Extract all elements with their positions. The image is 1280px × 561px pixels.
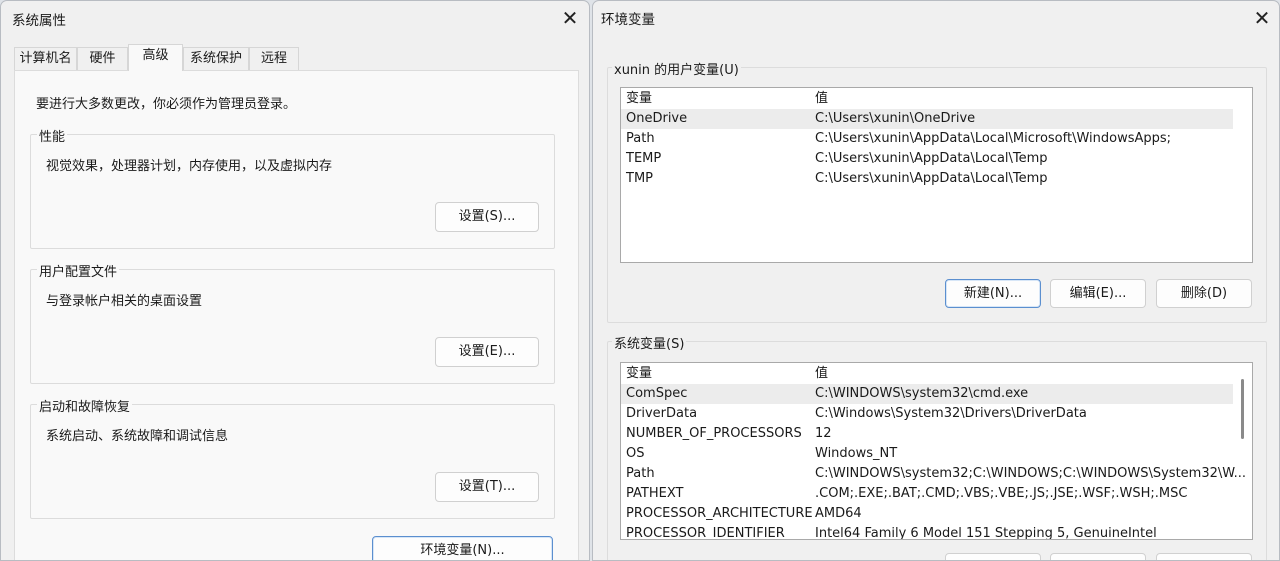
close-icon[interactable]: ✕ xyxy=(556,5,584,31)
variable-name: Path xyxy=(626,466,655,481)
list-item[interactable]: NUMBER_OF_PROCESSORS 12 xyxy=(621,424,1233,444)
admin-note: 要进行大多数更改，你必须作为管理员登录。 xyxy=(36,97,297,112)
advanced-panel: 要进行大多数更改，你必须作为管理员登录。 性能 视觉效果，处理器计划，内存使用，… xyxy=(14,70,579,560)
list-item[interactable]: Path C:\WINDOWS\system32;C:\WINDOWS;C:\WI… xyxy=(621,464,1246,484)
group-label: 用户配置文件 xyxy=(37,261,120,280)
variable-name: NUMBER_OF_PROCESSORS xyxy=(626,426,802,441)
variable-value: Intel64 Family 6 Model 151 Stepping 5, G… xyxy=(815,526,1157,540)
variable-value: C:\Users\xunin\AppData\Local\Temp xyxy=(815,171,1048,186)
user-variables-group: xunin 的用户变量(U) 变量 值 OneDrive C:\Users\xuni… xyxy=(607,59,1267,323)
startup-recovery-group: 启动和故障恢复 系统启动、系统故障和调试信息 设置(T)... xyxy=(30,396,555,519)
tab-system-protection[interactable]: 系统保护 xyxy=(183,47,249,70)
tab-hardware[interactable]: 硬件 xyxy=(77,47,128,70)
variable-value: Windows_NT xyxy=(815,446,898,461)
group-label: xunin 的用户变量(U) xyxy=(612,59,741,78)
variable-value: 12 xyxy=(815,426,832,441)
group-description: 系统启动、系统故障和调试信息 xyxy=(46,429,229,444)
variable-value: C:\Windows\System32\Drivers\DriverData xyxy=(815,406,1087,421)
group-label: 性能 xyxy=(37,126,68,145)
variable-name: TMP xyxy=(626,171,653,186)
column-header-value[interactable]: 值 xyxy=(815,364,828,384)
variable-value: C:\Users\xunin\AppData\Local\Microsoft\W… xyxy=(815,131,1172,146)
column-header-variable[interactable]: 变量 xyxy=(626,89,652,109)
variable-value: .COM;.EXE;.BAT;.CMD;.VBS;.VBE;.JS;.JSE;.… xyxy=(815,486,1188,501)
column-header-value[interactable]: 值 xyxy=(815,89,828,109)
variable-value: C:\Users\xunin\AppData\Local\Temp xyxy=(815,151,1048,166)
variable-name: ComSpec xyxy=(626,386,688,401)
list-item[interactable]: ComSpec C:\WINDOWS\system32\cmd.exe xyxy=(621,384,1233,404)
environment-variables-button[interactable]: 环境变量(N)... xyxy=(372,536,553,560)
window-title: 环境变量 xyxy=(601,12,655,28)
user-edit-button[interactable]: 编辑(E)... xyxy=(1050,279,1146,308)
tab-advanced[interactable]: 高级 xyxy=(128,44,183,71)
group-label: 系统变量(S) xyxy=(612,333,687,352)
environment-variables-window: 环境变量 ✕ xunin 的用户变量(U) 变量值 OneDrive C:\Use… xyxy=(592,0,1280,561)
list-header: 变量 值 xyxy=(621,364,1233,384)
user-profiles-settings-button[interactable]: 设置(E)... xyxy=(435,337,539,367)
tab-remote[interactable]: 远程 xyxy=(249,47,299,70)
list-item[interactable]: OS Windows_NT xyxy=(621,444,1233,464)
list-item[interactable]: OneDrive C:\Users\xunin\OneDrive xyxy=(621,109,1233,129)
system-new-button[interactable] xyxy=(945,553,1041,560)
list-item[interactable]: PATHEXT .COM;.EXE;.BAT;.CMD;.VBS;.VBE;.JS… xyxy=(621,484,1233,504)
list-header: 变量 值 xyxy=(621,89,1233,109)
group-description: 视觉效果，处理器计划，内存使用，以及虚拟内存 xyxy=(46,159,333,174)
user-delete-button[interactable]: 删除(D) xyxy=(1156,279,1252,308)
tab-computer-name[interactable]: 计算机名 xyxy=(14,47,77,70)
variable-name: PROCESSOR_ARCHITECTURE xyxy=(626,506,813,521)
variable-value: C:\Users\xunin\OneDrive xyxy=(815,111,976,126)
system-edit-button[interactable] xyxy=(1050,553,1146,560)
user-variables-list[interactable]: 变量 值 OneDrive C:\Users\xunin\OneDrive Path C… xyxy=(620,87,1253,263)
variable-name: Path xyxy=(626,131,655,146)
system-delete-button[interactable] xyxy=(1156,553,1252,560)
list-item[interactable]: TMP C:\Users\xunin\AppData\Local\Temp xyxy=(621,169,1233,189)
user-profiles-group: 用户配置文件 与登录帐户相关的桌面设置 设置(E)... xyxy=(30,261,555,384)
scrollbar-thumb[interactable] xyxy=(1241,379,1244,439)
list-item[interactable]: PROCESSOR_IDENTIFIER Intel64 Family 6 Mod… xyxy=(621,524,1233,540)
window-title: 系统属性 xyxy=(12,13,66,29)
column-header-variable[interactable]: 变量 xyxy=(626,364,652,384)
system-variables-group: 系统变量(S) 变量 值 ComSpec C:\WINDOWS\system32\c… xyxy=(607,333,1267,560)
variable-name: TEMP xyxy=(626,151,662,166)
system-variables-list[interactable]: 变量 值 ComSpec C:\WINDOWS\system32\cmd.exe Dr… xyxy=(620,362,1253,540)
startup-recovery-settings-button[interactable]: 设置(T)... xyxy=(435,472,539,502)
variable-name: OneDrive xyxy=(626,111,688,126)
list-item[interactable]: DriverData C:\Windows\System32\Drivers\Dr… xyxy=(621,404,1233,424)
variable-value: AMD64 xyxy=(815,506,862,521)
group-description: 与登录帐户相关的桌面设置 xyxy=(46,294,203,309)
group-label: 启动和故障恢复 xyxy=(37,396,133,415)
variable-value: C:\WINDOWS\system32\cmd.exe xyxy=(815,386,1029,401)
variable-value: C:\WINDOWS\system32;C:\WINDOWS;C:\WINDOW… xyxy=(815,466,1247,481)
list-item[interactable]: TEMP C:\Users\xunin\AppData\Local\Temp xyxy=(621,149,1233,169)
performance-settings-button[interactable]: 设置(S)... xyxy=(435,202,539,232)
variable-name: OS xyxy=(626,446,645,461)
variable-name: DriverData xyxy=(626,406,698,421)
system-properties-window: 系统属性 ✕ 计算机名 硬件 高级 系统保护 远程 要进行大多数更改，你必须作为… xyxy=(0,0,590,561)
variable-name: PATHEXT xyxy=(626,486,684,501)
variable-name: PROCESSOR_IDENTIFIER xyxy=(626,526,785,540)
list-item[interactable]: PROCESSOR_ARCHITECTURE AMD64 xyxy=(621,504,1233,524)
user-new-button[interactable]: 新建(N)... xyxy=(945,279,1041,308)
list-item[interactable]: Path C:\Users\xunin\AppData\Local\Microso… xyxy=(621,129,1233,149)
close-icon[interactable]: ✕ xyxy=(1248,5,1276,31)
performance-group: 性能 视觉效果，处理器计划，内存使用，以及虚拟内存 设置(S)... xyxy=(30,126,555,249)
